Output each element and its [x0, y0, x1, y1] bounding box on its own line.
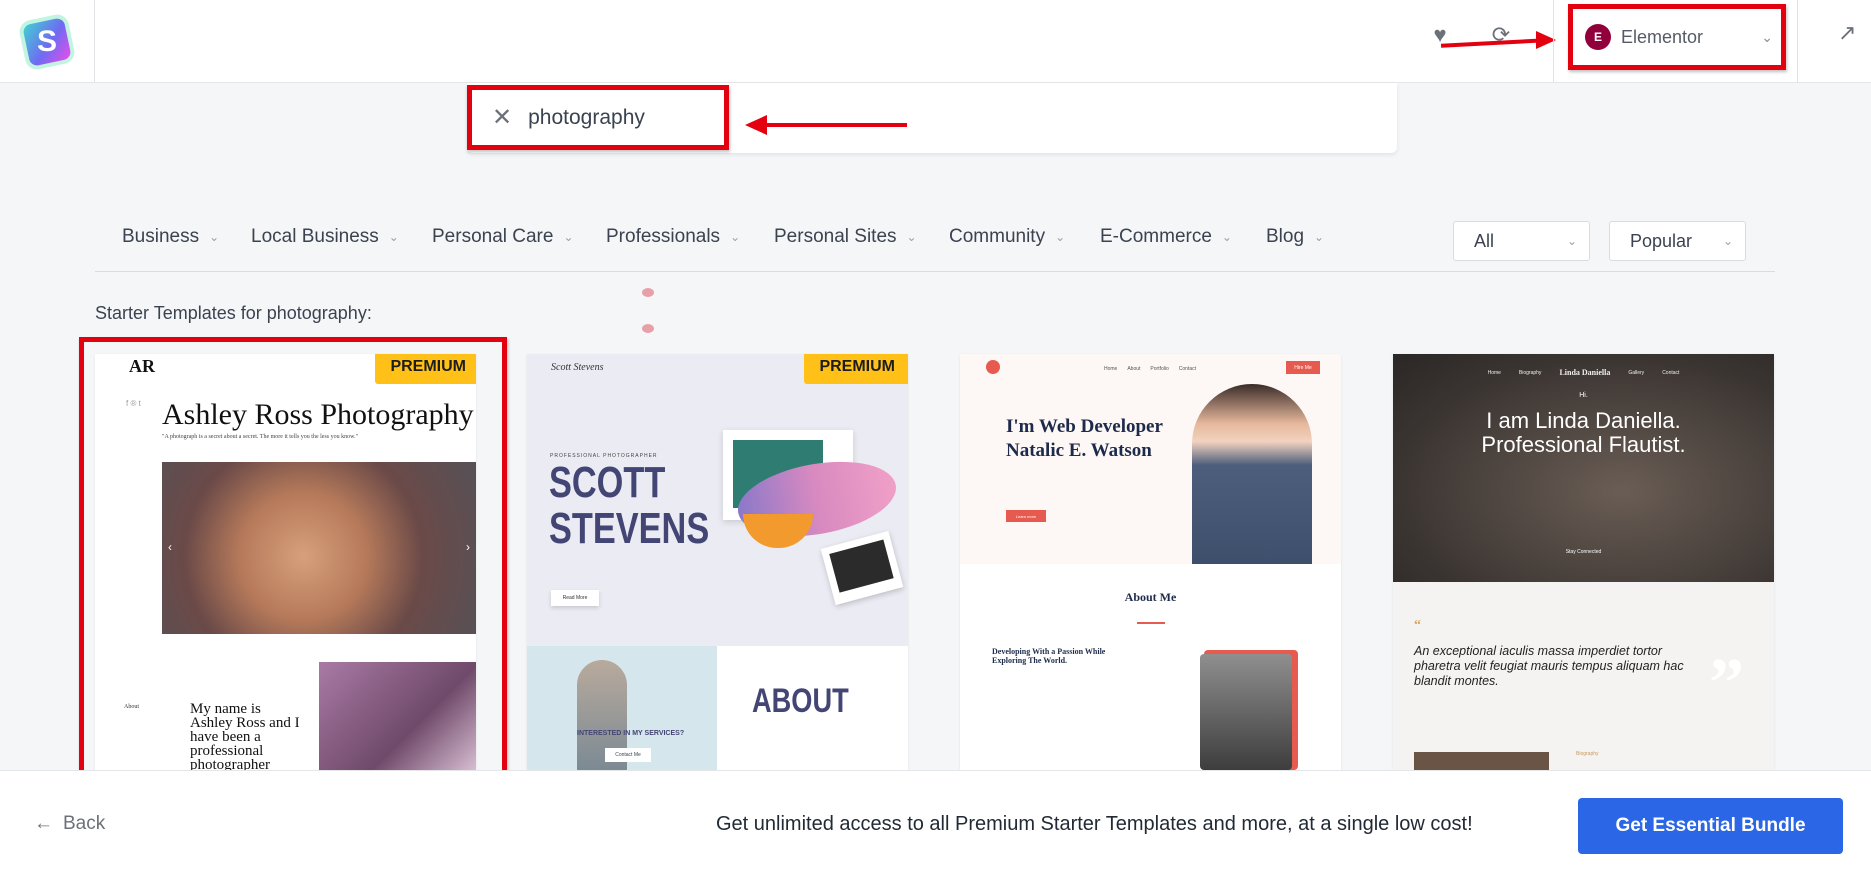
chevron-down-icon: ⌄ — [563, 230, 574, 244]
template-logo — [986, 360, 1000, 374]
chevron-down-icon: ⌄ — [1722, 234, 1733, 248]
chevron-down-icon: ⌄ — [1314, 230, 1325, 244]
annotation-arrowhead — [745, 115, 767, 135]
category-local-business[interactable]: Local Business ⌄ — [251, 226, 399, 248]
category-professionals[interactable]: Professionals ⌄ — [606, 226, 740, 248]
template-card-linda-daniella[interactable]: Home Biography Linda Daniella Gallery Contac… — [1393, 354, 1774, 770]
hero-photo — [1393, 354, 1774, 582]
category-business[interactable]: Business ⌄ — [122, 226, 219, 248]
results-heading: Starter Templates for photography: — [95, 303, 372, 323]
template-title-line2: Professional Flautist. — [1481, 432, 1686, 457]
template-title-line1: I'm Web Developer — [1006, 416, 1163, 437]
annotation-highlight: E Elementor ⌄ — [1568, 4, 1786, 70]
quote-open-icon: “ — [1414, 618, 1421, 633]
starter-templates-logo-icon: S — [22, 16, 72, 67]
annotation-arrow — [757, 123, 907, 127]
back-button[interactable]: ← Back — [34, 813, 105, 835]
about-section: ABOUT — [717, 646, 908, 770]
annotation-highlight — [79, 337, 507, 805]
search-input[interactable] — [528, 105, 709, 130]
template-title-line1: I am Linda Daniella. — [1486, 408, 1681, 433]
chevron-down-icon: ⌄ — [730, 230, 741, 244]
chevron-down-icon: ⌄ — [1221, 230, 1232, 244]
template-logo: Scott Stevens — [551, 362, 604, 373]
app-logo[interactable]: S — [0, 0, 95, 83]
type-filter-select[interactable]: All ⌄ — [1453, 221, 1590, 261]
chevron-down-icon: ⌄ — [209, 230, 220, 244]
about-heading: ABOUT — [752, 682, 849, 720]
annotation-dot — [642, 324, 654, 333]
chevron-down-icon: ⌄ — [1761, 29, 1773, 45]
app-header: S ♥ ⟳ E Elementor ⌄ ↗ — [0, 0, 1871, 83]
sun-shape — [743, 514, 813, 548]
category-personal-sites[interactable]: Personal Sites ⌄ — [774, 226, 917, 248]
learn-more-button: Learn more — [1006, 510, 1046, 522]
template-title-line1: SCOTT — [549, 458, 666, 507]
profile-photo — [1192, 384, 1312, 564]
services-heading: INTERESTED IN MY SERVICES? — [577, 730, 685, 737]
laptop-photo — [1200, 654, 1292, 770]
category-filter-bar: Business ⌄ Local Business ⌄ Personal Care ⌄… — [95, 216, 1775, 272]
template-title-line2: STEVENS — [549, 504, 710, 553]
biography-photo — [1414, 752, 1549, 770]
category-blog[interactable]: Blog ⌄ — [1266, 226, 1324, 248]
category-e-commerce[interactable]: E-Commerce ⌄ — [1100, 226, 1232, 248]
biography-label: Biography — [1576, 751, 1599, 757]
arrow-left-icon: ← — [34, 813, 53, 834]
about-subheading: Developing With a Passion While Explorin… — [992, 647, 1106, 665]
photo-frame — [820, 530, 904, 606]
clear-search-icon[interactable]: ✕ — [492, 103, 512, 132]
category-community[interactable]: Community ⌄ — [949, 226, 1065, 248]
chevron-down-icon: ⌄ — [1055, 230, 1066, 244]
annotation-highlight: ✕ — [467, 85, 729, 150]
portrait-section: INTERESTED IN MY SERVICES? Contact Me — [527, 646, 717, 770]
template-card-scott-stevens[interactable]: PREMIUM Scott Stevens PROFESSIONAL PHOTO… — [527, 354, 908, 770]
template-title-line2: Natalic E. Watson — [1006, 440, 1152, 461]
template-card-natalic-watson[interactable]: Home About Portfolio Contact Hire Me I'm We… — [960, 354, 1341, 770]
read-more-button: Read More — [551, 590, 599, 606]
category-personal-care[interactable]: Personal Care ⌄ — [432, 226, 574, 248]
page-builder-label: Elementor — [1621, 26, 1704, 47]
divider — [1137, 622, 1165, 624]
promo-text: Get unlimited access to all Premium Star… — [716, 813, 1473, 835]
chevron-down-icon: ⌄ — [388, 230, 399, 244]
chevron-down-icon: ⌄ — [906, 230, 917, 244]
quote-close-icon: ” — [1709, 645, 1744, 722]
about-heading: About Me — [1124, 590, 1177, 604]
premium-badge: PREMIUM — [804, 354, 908, 384]
hire-me-button: Hire Me — [1286, 361, 1320, 374]
contact-button: Contact Me — [605, 748, 651, 762]
hi-label: Hi. — [1579, 392, 1588, 399]
testimonial-quote: An exceptional iaculis massa imperdiet t… — [1414, 644, 1684, 688]
template-nav: Home About Portfolio Contact — [1104, 366, 1196, 372]
sort-select[interactable]: Popular ⌄ — [1609, 221, 1746, 261]
stay-connected: Stay Connected — [1565, 549, 1602, 555]
chevron-down-icon: ⌄ — [1566, 234, 1577, 248]
external-link-icon[interactable]: ↗ — [1838, 20, 1856, 46]
get-essential-bundle-button[interactable]: Get Essential Bundle — [1578, 798, 1843, 854]
footer-bar: ← Back Get unlimited access to all Premiu… — [0, 770, 1871, 869]
page-builder-select[interactable]: E Elementor ⌄ — [1553, 0, 1798, 83]
template-nav: Home Biography Linda Daniella Gallery Contac… — [1487, 368, 1680, 377]
sync-icon[interactable]: ⟳ — [1486, 20, 1516, 50]
search-bar: ✕ — [467, 83, 1397, 153]
annotation-dot — [642, 288, 654, 297]
elementor-icon: E — [1585, 24, 1611, 50]
